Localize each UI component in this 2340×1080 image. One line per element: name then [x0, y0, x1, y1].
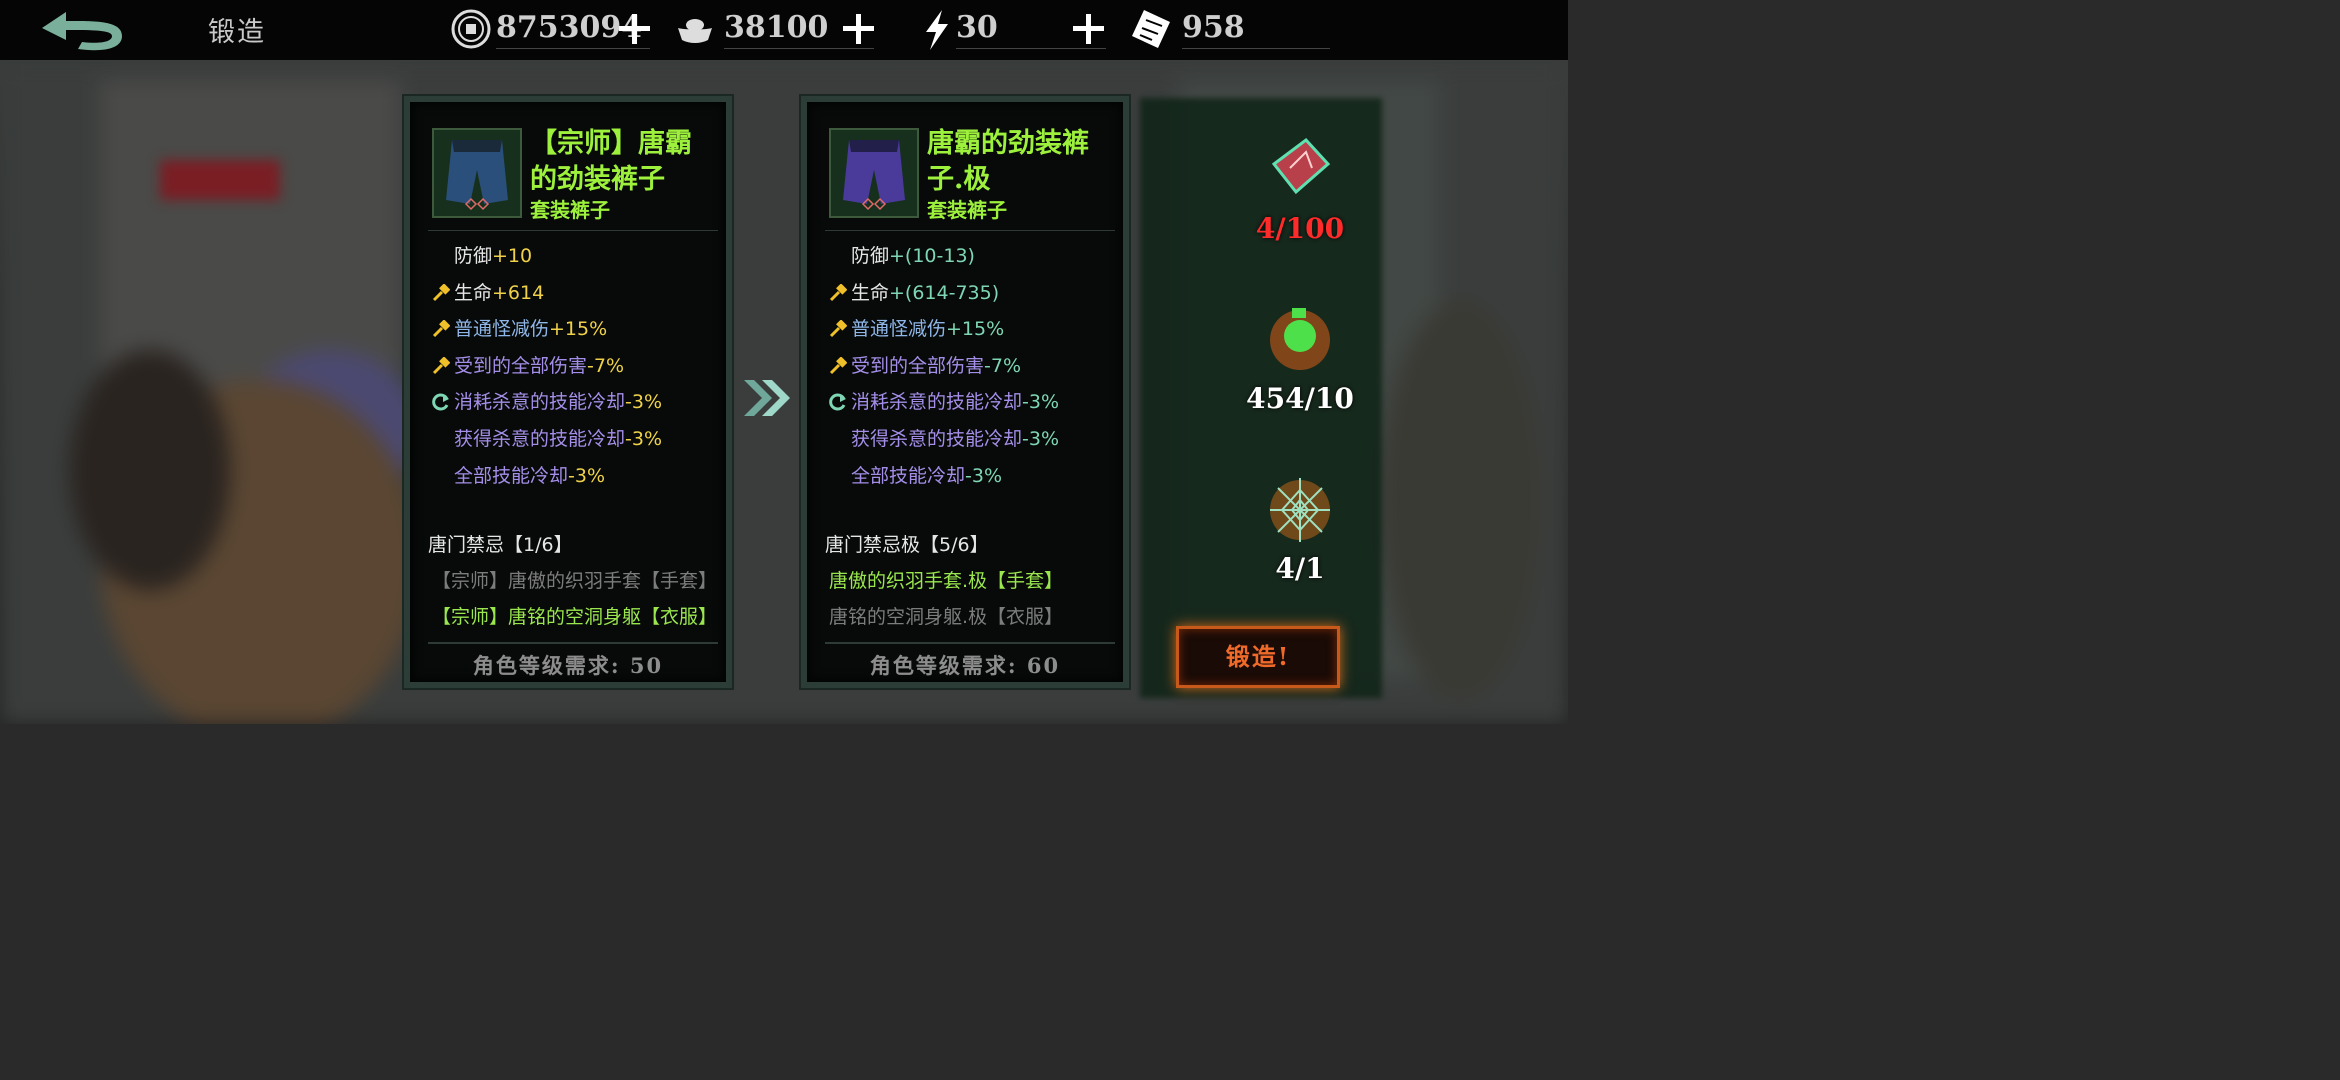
refresh-icon: [432, 393, 449, 411]
material-slot[interactable]: 4/100: [1220, 128, 1380, 245]
silver-value: 38100: [724, 10, 829, 45]
back-arrow-icon[interactable]: [38, 8, 128, 54]
add-coin-button[interactable]: [616, 10, 652, 46]
spider-web-icon: [1270, 478, 1330, 542]
stat-list: 防御+(10-13) 生命+(614-735) 普通怪减伤+15% 受到的全部伤害-7…: [825, 238, 1125, 494]
set-title: 唐门禁忌极【5/6】: [825, 534, 989, 556]
set-item: 【宗师】唐傲的织羽手套【手套】: [432, 570, 718, 592]
hammer-icon: [432, 283, 450, 301]
level-requirement: 角色等级需求: 50: [472, 653, 664, 678]
currency-coin: 8753094: [450, 4, 650, 54]
currency-ticket: 958: [1130, 4, 1330, 54]
item-thumbnail: [432, 128, 522, 218]
forge-button[interactable]: 锻造!: [1176, 626, 1340, 688]
double-chevron-right-icon: [744, 380, 790, 416]
stat-row: 获得杀意的技能冷却-3%: [851, 427, 1060, 450]
stat-row: 全部技能冷却-3%: [454, 464, 606, 487]
stat-row: 生命+(614-735): [825, 275, 1125, 312]
stat-row: 普通怪减伤+15%: [825, 311, 1125, 348]
add-energy-button[interactable]: [1070, 10, 1106, 46]
currency-energy: 30: [916, 4, 1106, 54]
item-name: 【宗师】唐霸 的劲装裤子: [530, 128, 692, 195]
silver-ingot-icon: [678, 19, 712, 43]
stat-row: 消耗杀意的技能冷却-3%: [428, 384, 728, 421]
currency-silver: 38100: [674, 4, 879, 54]
item-type: 套装裤子: [530, 198, 610, 222]
add-silver-button[interactable]: [840, 10, 876, 46]
green-orb-icon: [1270, 308, 1330, 370]
level-requirement: 角色等级需求: 60: [869, 653, 1061, 678]
stat-row: 获得杀意的技能冷却-3%: [454, 427, 663, 450]
lightning-icon: [926, 10, 948, 50]
pants-icon: [434, 130, 520, 216]
energy-value: 30: [956, 10, 998, 45]
stat-row: 普通怪减伤+15%: [428, 311, 728, 348]
material-slot[interactable]: 4/1: [1220, 468, 1380, 585]
red-crystal-icon: [1271, 137, 1331, 195]
hammer-icon: [829, 320, 847, 338]
page-title: 锻造: [208, 17, 266, 48]
set-item: 【宗师】唐铭的空洞身躯【衣服】: [432, 606, 718, 628]
refresh-icon: [829, 393, 846, 411]
stat-row: 防御+10: [454, 245, 533, 267]
top-bar: 锻造 8753094 38100 30 958: [0, 0, 1568, 60]
hammer-icon: [829, 283, 847, 301]
stat-row: 生命+614: [428, 275, 728, 312]
item-name: 唐霸的劲装裤 子.极: [927, 128, 1089, 195]
stat-row: 全部技能冷却-3%: [851, 464, 1003, 487]
coin-icon: [451, 9, 491, 49]
set-title: 唐门禁忌【1/6】: [428, 534, 573, 556]
forged-item-panel: 唐霸的劲装裤 子.极 套装裤子 防御+(10-13) 生命+(614-735) 普通…: [801, 96, 1129, 688]
hammer-icon: [432, 356, 450, 374]
hammer-icon: [432, 320, 450, 338]
set-item: 唐傲的织羽手套.极【手套】: [829, 570, 1064, 592]
set-item: 唐铭的空洞身躯.极【衣服】: [829, 606, 1064, 628]
ticket-icon: [1132, 10, 1170, 48]
stat-row: 防御+(10-13): [851, 245, 975, 267]
stat-row: 消耗杀意的技能冷却-3%: [825, 384, 1125, 421]
ticket-value: 958: [1182, 10, 1245, 45]
stat-row: 受到的全部伤害-7%: [428, 348, 728, 385]
materials-column: 4/100 454/10 4/1: [1140, 98, 1382, 698]
current-item-panel: 【宗师】唐霸 的劲装裤子 套装裤子 防御+10 生命+614 普通怪减伤+15% 受到…: [404, 96, 732, 688]
stat-row: 受到的全部伤害-7%: [825, 348, 1125, 385]
item-thumbnail: [829, 128, 919, 218]
hammer-icon: [829, 356, 847, 374]
pants-icon: [831, 130, 917, 216]
stat-list: 防御+10 生命+614 普通怪减伤+15% 受到的全部伤害-7% 消耗杀意的技能冷却-…: [428, 238, 728, 494]
material-slot[interactable]: 454/10: [1220, 298, 1380, 415]
item-type: 套装裤子: [927, 198, 1007, 222]
